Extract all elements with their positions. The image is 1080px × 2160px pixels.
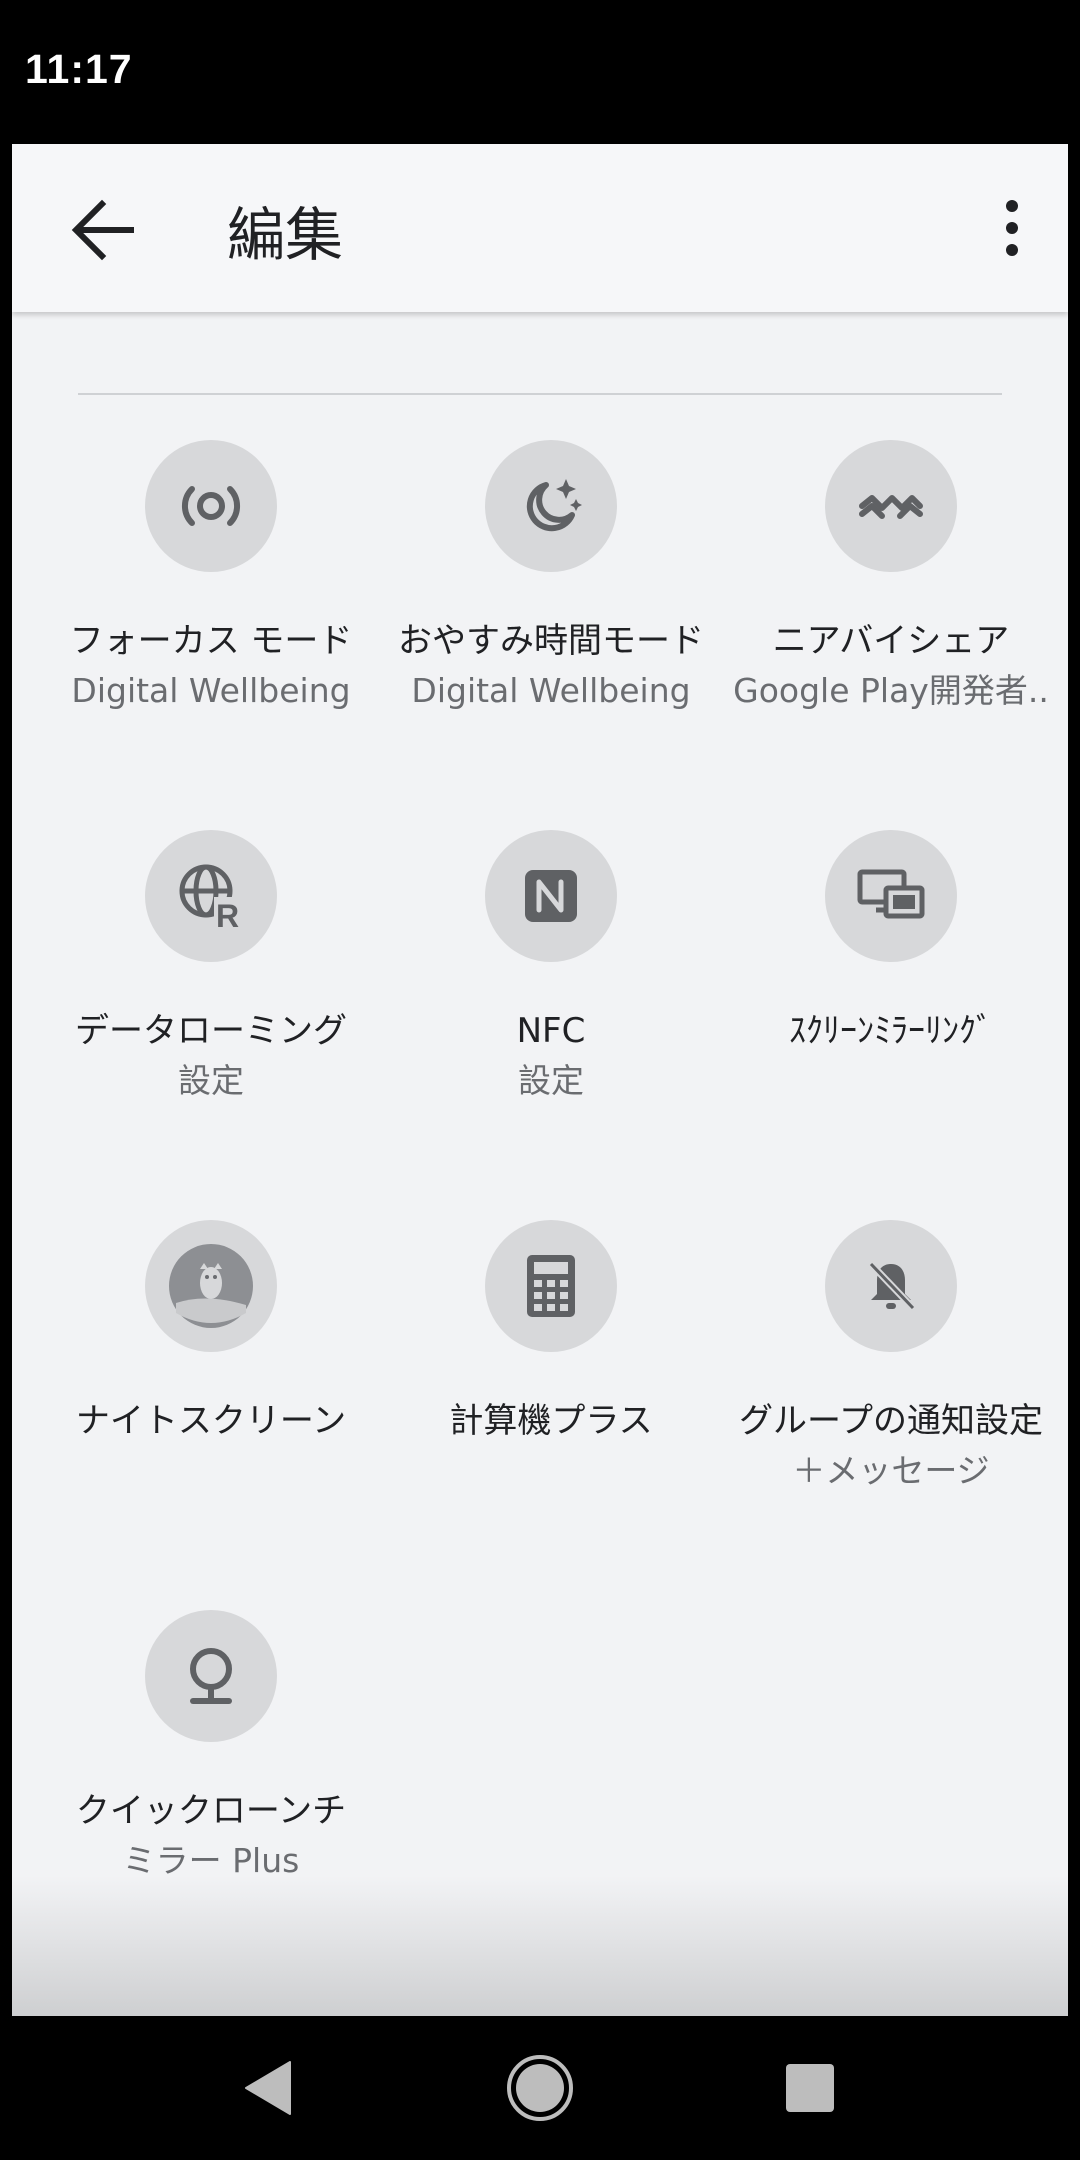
nav-home-button[interactable] bbox=[500, 2048, 580, 2128]
nav-recents-icon bbox=[786, 2064, 834, 2112]
bedtime-moon-icon bbox=[526, 479, 582, 532]
tile-label: グループの通知設定 bbox=[739, 1401, 1043, 1441]
tile-label: データローミング bbox=[75, 1011, 347, 1051]
tile-group-notification-settings[interactable]: グループの通知設定 ＋メッセージ bbox=[721, 1220, 1061, 1496]
focus-mode-icon bbox=[181, 486, 241, 526]
tile-icon-bg bbox=[485, 830, 617, 962]
tile-label: ニアバイシェア bbox=[772, 621, 1010, 661]
tile-screen-mirroring[interactable]: ｽｸﾘｰﾝﾐﾗｰﾘﾝｸﾞ bbox=[721, 830, 1061, 1056]
quick-settings-edit-panel: 編集 フォーカス モード Digital Wellbeing おやすみ時間モード… bbox=[12, 144, 1068, 2016]
notifications-off-icon bbox=[868, 1261, 916, 1311]
tile-night-screen[interactable]: ナイトスクリーン bbox=[41, 1220, 381, 1446]
tile-sublabel: ＋メッセージ bbox=[792, 1451, 990, 1490]
tile-icon-bg bbox=[145, 1220, 277, 1352]
tile-quick-launch[interactable]: クイックローンチ ミラー Plus bbox=[41, 1610, 381, 1886]
section-divider bbox=[78, 393, 1002, 395]
tile-icon-bg bbox=[825, 440, 957, 572]
tile-icon-bg bbox=[145, 1610, 277, 1742]
svg-text:R: R bbox=[216, 898, 239, 931]
tile-sublabel: Digital Wellbeing bbox=[71, 671, 351, 710]
page-title: 編集 bbox=[227, 201, 344, 269]
nearby-share-icon bbox=[859, 495, 923, 519]
data-roaming-globe-icon: R bbox=[179, 864, 244, 931]
scroll-fade bbox=[12, 1876, 1068, 2016]
tile-sublabel: Google Play開発者.. bbox=[733, 671, 1049, 710]
navigation-bar bbox=[0, 2016, 1080, 2160]
tile-label: フォーカス モード bbox=[69, 621, 353, 661]
tile-nfc[interactable]: NFC 設定 bbox=[381, 830, 721, 1106]
tile-icon-bg bbox=[485, 1220, 617, 1352]
status-bar: 11:17 bbox=[0, 0, 1080, 144]
tile-sublabel: 設定 bbox=[178, 1061, 244, 1100]
more-vert-icon bbox=[1006, 200, 1018, 256]
tile-calculator-plus[interactable]: 計算機プラス bbox=[381, 1220, 721, 1446]
tile-sublabel: Digital Wellbeing bbox=[411, 671, 691, 710]
tile-label: ナイトスクリーン bbox=[75, 1401, 347, 1441]
tile-icon-bg bbox=[485, 440, 617, 572]
status-time: 11:17 bbox=[25, 46, 133, 92]
tile-bedtime-mode[interactable]: おやすみ時間モード Digital Wellbeing bbox=[381, 440, 721, 716]
mirror-icon bbox=[190, 1648, 232, 1704]
back-button[interactable] bbox=[58, 194, 158, 266]
tile-label: ｽｸﾘｰﾝﾐﾗｰﾘﾝｸﾞ bbox=[789, 1011, 993, 1051]
nav-home-icon bbox=[507, 2055, 573, 2121]
nav-back-button[interactable] bbox=[228, 2048, 308, 2128]
tile-label: NFC bbox=[516, 1011, 586, 1051]
nfc-icon bbox=[525, 870, 577, 922]
tile-nearby-share[interactable]: ニアバイシェア Google Play開発者.. bbox=[721, 440, 1061, 716]
more-options-button[interactable] bbox=[972, 196, 1032, 260]
tile-label: 計算機プラス bbox=[449, 1401, 653, 1441]
tile-icon-bg bbox=[825, 830, 957, 962]
tile-sublabel: 設定 bbox=[518, 1061, 584, 1100]
tile-data-roaming[interactable]: R データローミング 設定 bbox=[41, 830, 381, 1106]
calculator-icon bbox=[527, 1255, 575, 1317]
arrow-left-icon bbox=[71, 199, 134, 261]
tile-icon-bg: R bbox=[145, 830, 277, 962]
tile-focus-mode[interactable]: フォーカス モード Digital Wellbeing bbox=[41, 440, 381, 716]
night-screen-owl-icon bbox=[169, 1244, 253, 1328]
tile-label: クイックローンチ bbox=[75, 1791, 347, 1831]
nav-back-icon bbox=[245, 2061, 291, 2115]
tile-icon-bg bbox=[145, 440, 277, 572]
tile-icon-bg bbox=[825, 1220, 957, 1352]
tile-label: おやすみ時間モード bbox=[398, 621, 704, 661]
nav-recents-button[interactable] bbox=[770, 2048, 850, 2128]
screen-mirroring-icon bbox=[857, 869, 925, 919]
app-bar: 編集 bbox=[12, 144, 1068, 312]
